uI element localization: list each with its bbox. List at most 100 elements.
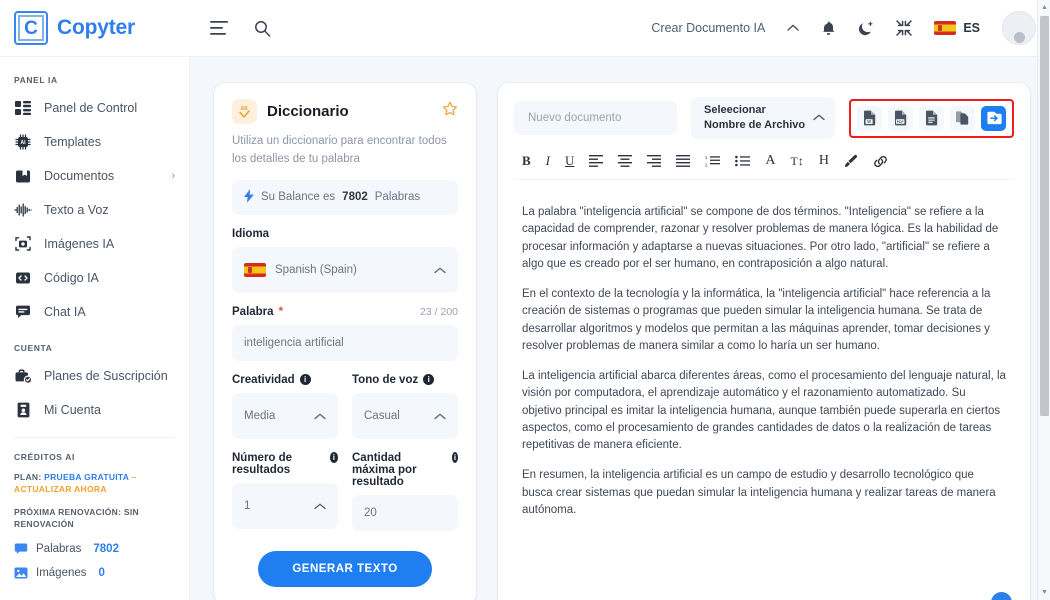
export-pdf-icon[interactable]: PDF [888, 105, 913, 131]
generate-text-button[interactable]: GENERAR TEXTO [258, 550, 432, 587]
language-select[interactable]: Spanish (Spain) [232, 246, 458, 293]
compress-fullscreen-icon[interactable] [896, 20, 913, 36]
chevron-up-icon [813, 111, 825, 126]
plan-upgrade-link[interactable]: ACTUALIZAR AHORA [14, 484, 107, 494]
info-icon[interactable]: i [423, 374, 435, 386]
renewal-status: PRÓXIMA RENOVACIÓN: SIN RENOVACIÓN [14, 506, 139, 529]
page-title: Diccionario [267, 103, 349, 120]
sidebar-item-templates[interactable]: AI Templates [0, 125, 189, 159]
sidebar-item-label: Panel de Control [44, 101, 138, 115]
svg-text:W: W [867, 119, 871, 124]
italic-icon[interactable]: I [546, 153, 550, 169]
max-value: 20 [364, 506, 377, 519]
language-selector[interactable]: ES [934, 21, 980, 35]
chevron-up-icon [314, 499, 326, 513]
word-input[interactable]: inteligencia artificial [232, 324, 458, 361]
sidebar-item-planes-de-suscripcion[interactable]: Planes de Suscripción [0, 359, 189, 393]
document-paragraph: En el contexto de la tecnología y la inf… [522, 288, 991, 352]
dark-mode-moon-icon[interactable] [858, 20, 874, 37]
results-label: Número de resultados [232, 451, 293, 476]
hamburger-menu-icon[interactable] [210, 21, 228, 35]
avatar[interactable] [1002, 11, 1036, 45]
creativity-field: Creatividad i Media [232, 374, 338, 439]
user-avatar-icon [1013, 32, 1025, 43]
balance-value: 7802 [342, 191, 368, 204]
document-content[interactable]: La palabra "inteligencia artificial" se … [514, 180, 1014, 519]
tone-field: Tono de voz i Casual [352, 374, 458, 439]
language-code: ES [963, 21, 980, 35]
results-select[interactable]: 1 [232, 482, 338, 529]
scroll-up-arrow-icon[interactable]: ▲ [1038, 0, 1050, 15]
sidebar-item-texto-a-voz[interactable]: Texto a Voz [0, 193, 189, 227]
sidebar-item-label: Código IA [44, 271, 99, 285]
info-icon[interactable]: i [451, 451, 458, 463]
chevron-right-icon: › [171, 170, 175, 182]
search-icon[interactable] [254, 20, 271, 37]
font-color-icon[interactable]: A [765, 153, 775, 169]
tone-select[interactable]: Casual [352, 392, 458, 439]
sidebar-item-codigo-ia[interactable]: Código IA [0, 261, 189, 295]
subscription-briefcase-icon [14, 367, 32, 385]
tone-label-row: Tono de voz i [352, 374, 458, 386]
language-select-value: Spanish (Spain) [275, 263, 357, 276]
max-input[interactable]: 20 [352, 494, 458, 531]
dashboard-grid-icon [14, 99, 32, 117]
favorite-star-icon[interactable] [442, 101, 458, 122]
select-file-dropdown[interactable]: Seleecionar Nombre de Archivo [691, 97, 835, 139]
results-field: Número de resultados i 1 [232, 451, 338, 531]
font-size-icon[interactable]: T↕ [791, 153, 804, 169]
brand-logo[interactable]: C Copyter [0, 11, 190, 45]
brand-mark-icon: C [14, 11, 48, 45]
save-document-icon[interactable] [981, 105, 1006, 131]
align-left-icon[interactable] [589, 153, 604, 169]
sidebar-item-imagenes-ia[interactable]: Imágenes IA [0, 227, 189, 261]
creativity-select[interactable]: Media [232, 392, 338, 439]
underline-icon[interactable]: U [565, 153, 574, 169]
spain-flag-icon [244, 262, 266, 277]
export-text-file-icon[interactable] [919, 105, 944, 131]
brand-name: Copyter [57, 16, 135, 39]
info-icon[interactable]: i [299, 374, 311, 386]
sidebar-item-label: Documentos [44, 169, 115, 183]
tone-label: Tono de voz [352, 373, 419, 386]
bold-icon[interactable]: B [522, 153, 531, 169]
sidebar-item-panel-de-control[interactable]: Panel de Control [0, 91, 189, 125]
sidebar-item-documentos[interactable]: Documentos › [0, 159, 189, 193]
scrollbar-thumb[interactable] [1040, 16, 1049, 416]
formatting-toolbar: B I U 12 A T↕ H [514, 139, 1014, 180]
sidebar-item-mi-cuenta[interactable]: Mi Cuenta [0, 393, 189, 427]
align-center-icon[interactable] [618, 153, 633, 169]
grammar-check-badge-icon[interactable] [991, 592, 1012, 600]
export-word-doc-icon[interactable]: W [857, 105, 882, 131]
highlight-brush-icon[interactable] [844, 153, 858, 169]
plan-dash: – [128, 472, 137, 482]
max-label: Cantidad máxima por resultado [352, 451, 417, 488]
app-root: C Copyter Crear Documento IA ES PANEL IA… [0, 0, 1050, 600]
usage-label: Palabras [36, 543, 82, 556]
body-row: PANEL IA Panel de Control AI Templates D… [0, 57, 1050, 600]
results-label-row: Número de resultados i [232, 451, 338, 476]
align-right-icon[interactable] [647, 153, 662, 169]
document-name-input[interactable]: Nuevo documento [514, 101, 678, 135]
chevron-up-icon [314, 409, 326, 423]
dictionary-panel: AB Diccionario Utiliza un diccionario pa… [214, 83, 476, 600]
bullet-list-icon[interactable] [735, 153, 751, 169]
copy-duplicate-icon[interactable] [950, 105, 975, 131]
sidebar-section-panel: PANEL IA [14, 75, 58, 85]
info-icon[interactable]: i [329, 451, 338, 463]
insert-link-icon[interactable] [873, 153, 888, 169]
chevron-up-icon[interactable] [787, 24, 800, 32]
heading-icon[interactable]: H [819, 153, 829, 169]
page-scrollbar[interactable]: ▲ ▼ [1037, 0, 1050, 600]
ordered-list-icon[interactable]: 12 [705, 153, 721, 169]
word-field: Palabra * 23 / 200 inteligencia artifici… [232, 306, 458, 361]
main-content: AB Diccionario Utiliza un diccionario pa… [190, 57, 1050, 600]
document-paragraph: La inteligencia artificial abarca difere… [522, 370, 1006, 451]
align-justify-icon[interactable] [676, 153, 691, 169]
scroll-down-arrow-icon[interactable]: ▼ [1038, 585, 1050, 600]
notification-bell-icon[interactable] [821, 20, 836, 37]
create-document-label[interactable]: Crear Documento IA [651, 21, 765, 35]
usage-row-imagenes: Imágenes 0 [0, 561, 189, 585]
sidebar-item-chat-ia[interactable]: Chat IA [0, 295, 189, 329]
dictionary-header: AB Diccionario [232, 99, 458, 124]
